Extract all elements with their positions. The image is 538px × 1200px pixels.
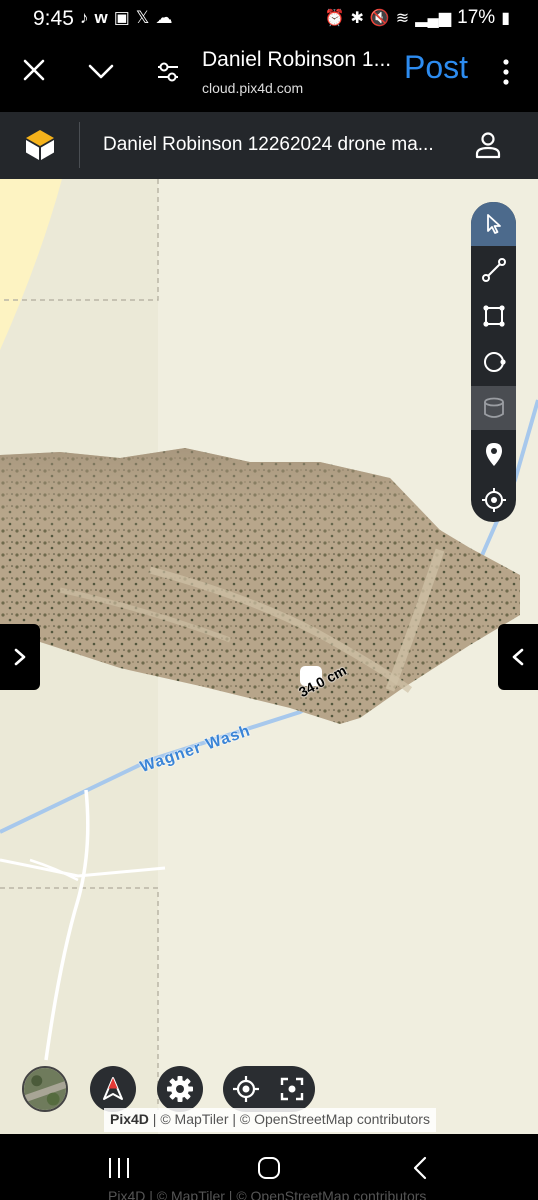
app-header: Daniel Robinson 12262024 drone ma... (0, 112, 538, 179)
signal-icon: ▂▄▆ (415, 10, 452, 27)
measurement-toolbar (471, 202, 516, 522)
focus-frame-icon (280, 1077, 304, 1101)
crosshair-icon (481, 488, 506, 512)
bluetooth-icon: ✱ (350, 10, 364, 27)
compass-arrow-icon (103, 1077, 123, 1100)
battery-icon: ▮ (501, 10, 510, 27)
back-icon[interactable] (408, 1156, 434, 1180)
my-location-button[interactable] (223, 1066, 269, 1112)
image-icon: ▣ (113, 8, 130, 27)
distance-tool-button[interactable] (471, 248, 516, 292)
attribution-ghost-text: Pix4D | © MapTiler | © OpenStreetMap con… (108, 1188, 427, 1200)
gps-icon (233, 1076, 259, 1102)
cloud-icon: ☁ (155, 8, 173, 27)
battery-percent: 17% (457, 7, 496, 28)
notification-icons: ♪ w ▣ 𝕏 ☁ (80, 8, 173, 28)
project-title[interactable]: Daniel Robinson 12262024 drone ma... (103, 134, 434, 156)
cursor-icon (486, 214, 501, 234)
page-settings-icon[interactable] (154, 58, 182, 86)
fit-view-button[interactable] (269, 1066, 315, 1112)
gear-icon (167, 1076, 193, 1102)
pix4d-logo-icon[interactable] (24, 128, 56, 162)
user-icon[interactable] (473, 130, 503, 160)
x-icon: 𝕏 (135, 8, 150, 27)
satellite-thumbnail-icon (24, 1068, 66, 1110)
browser-toolbar: Daniel Robinson 1... cloud.pix4d.com Pos… (0, 38, 538, 112)
circle-tool-button[interactable] (471, 340, 516, 384)
chevron-left-icon (512, 648, 524, 666)
compass-button[interactable] (90, 1066, 136, 1112)
status-bar: 9:45 ♪ w ▣ 𝕏 ☁ ⏰ ✱ 🔇 ≋ ▂▄▆ 17% ▮ (0, 0, 538, 38)
mute-icon: 🔇 (369, 10, 390, 27)
attribution-text[interactable]: | © MapTiler | © OpenStreetMap contribut… (149, 1111, 430, 1127)
line-measure-icon (481, 258, 506, 282)
map-base-layer (0, 179, 538, 1134)
wifi-icon: ≋ (395, 10, 410, 27)
header-divider (79, 122, 80, 168)
page-title: Daniel Robinson 1... (202, 48, 392, 71)
home-icon[interactable] (256, 1156, 282, 1180)
map-settings-button[interactable] (157, 1066, 203, 1112)
close-icon[interactable] (20, 56, 48, 84)
basemap-switcher-button[interactable] (22, 1066, 68, 1112)
locate-point-tool-button[interactable] (471, 478, 516, 522)
volume-icon (483, 397, 504, 418)
recent-apps-icon[interactable] (106, 1156, 132, 1180)
page-url[interactable]: cloud.pix4d.com (202, 80, 303, 96)
volume-tool-button[interactable] (471, 386, 516, 430)
open-left-panel-button[interactable] (0, 624, 40, 690)
marker-tool-button[interactable] (471, 432, 516, 476)
map-pin-icon (485, 443, 502, 466)
system-icons: ⏰ ✱ 🔇 ≋ ▂▄▆ 17% ▮ (325, 7, 510, 29)
location-controls (223, 1066, 315, 1112)
chevron-right-icon (14, 648, 26, 666)
select-tool-button[interactable] (471, 202, 516, 246)
attribution-brand[interactable]: Pix4D (110, 1111, 149, 1127)
alarm-icon: ⏰ (324, 10, 345, 27)
circle-measure-icon (483, 352, 506, 372)
map-canvas[interactable]: 34.0 cm Wagner Wash (0, 179, 538, 1134)
more-vert-icon[interactable] (500, 58, 512, 86)
w-icon: w (94, 8, 108, 27)
open-right-panel-button[interactable] (498, 624, 538, 690)
post-button[interactable]: Post (404, 49, 468, 86)
polygon-icon (482, 305, 505, 327)
tiktok-icon: ♪ (80, 8, 89, 27)
chevron-down-icon[interactable] (87, 57, 115, 85)
area-tool-button[interactable] (471, 294, 516, 338)
status-time: 9:45 (33, 7, 74, 30)
map-attribution[interactable]: Pix4D | © MapTiler | © OpenStreetMap con… (104, 1108, 436, 1132)
